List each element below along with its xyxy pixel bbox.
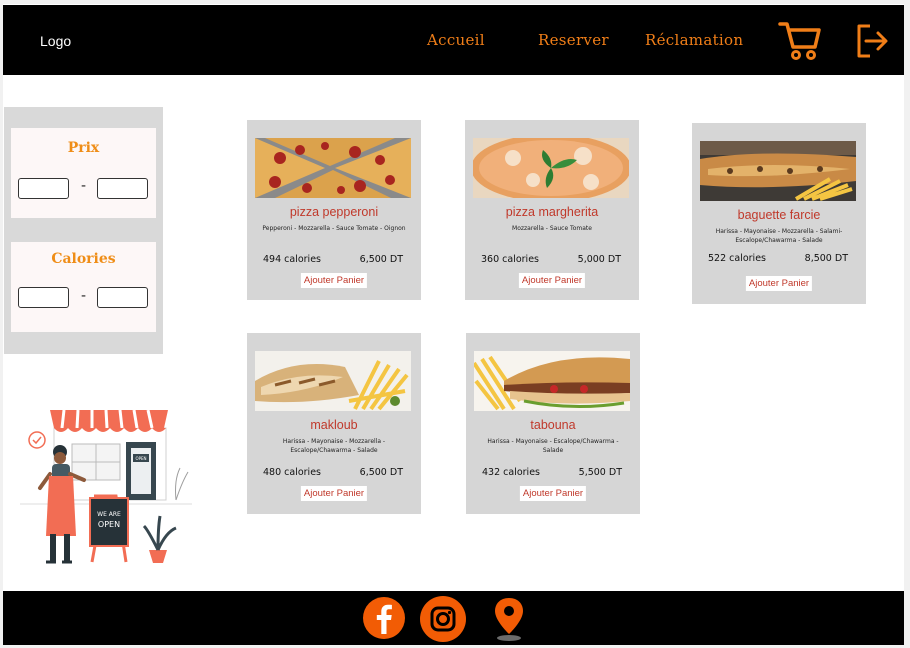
product-card: pizza margherita Mozzarella - Sauce Toma… bbox=[465, 120, 639, 300]
product-price: 6,500 DT bbox=[359, 254, 403, 265]
product-ingredients: Harissa - Mayonaise - Escalope/Chawarma … bbox=[487, 438, 619, 454]
nav-reclamation[interactable]: Réclamation bbox=[645, 31, 743, 49]
price-min-input[interactable] bbox=[18, 178, 69, 199]
add-to-cart-button[interactable]: Ajouter Panier bbox=[745, 276, 813, 291]
shop-owner-illustration: OPEN WE ARE OPEN bbox=[20, 409, 192, 564]
pizza-margherita-image bbox=[473, 138, 629, 198]
location-pin-icon[interactable] bbox=[492, 596, 526, 642]
logout-icon[interactable] bbox=[855, 23, 889, 59]
product-price: 5,500 DT bbox=[578, 467, 622, 478]
product-card: makloub Harissa - Mayonaise - Mozzarella… bbox=[247, 333, 421, 514]
logo[interactable]: Logo bbox=[40, 33, 71, 49]
add-to-cart-button[interactable]: Ajouter Panier bbox=[519, 486, 587, 501]
product-ingredients: Harissa - Mayonaise - Mozzarella - Salam… bbox=[715, 228, 843, 244]
product-ingredients: Harissa - Mayonaise - Mozzarella - Escal… bbox=[282, 438, 386, 454]
facebook-icon[interactable] bbox=[362, 596, 406, 640]
price-filter: Prix - bbox=[11, 128, 156, 218]
product-card: tabouna Harissa - Mayonaise - Escalope/C… bbox=[466, 333, 640, 514]
product-calories: 522 calories bbox=[708, 253, 766, 264]
product-name: tabouna bbox=[530, 418, 576, 432]
nav-accueil[interactable]: Accueil bbox=[427, 31, 485, 49]
product-name: pizza margherita bbox=[505, 205, 599, 219]
cart-icon[interactable] bbox=[778, 19, 822, 61]
makloub-image bbox=[255, 351, 411, 411]
svg-text:OPEN: OPEN bbox=[98, 520, 120, 529]
calories-filter: Calories - bbox=[11, 242, 156, 332]
product-calories: 432 calories bbox=[482, 467, 540, 478]
calories-min-input[interactable] bbox=[18, 287, 69, 308]
pizza-pepperoni-image bbox=[255, 138, 411, 198]
baguette-farcie-image bbox=[700, 141, 856, 201]
product-ingredients: Pepperoni - Mozzarella - Sauce Tomate - … bbox=[262, 225, 406, 232]
product-card: pizza pepperoni Pepperoni - Mozzarella -… bbox=[247, 120, 421, 300]
product-calories: 494 calories bbox=[263, 254, 321, 265]
price-max-input[interactable] bbox=[97, 178, 148, 199]
svg-text:OPEN: OPEN bbox=[135, 456, 146, 461]
product-price: 5,000 DT bbox=[577, 254, 621, 265]
footer-bar bbox=[3, 591, 904, 645]
product-price: 8,500 DT bbox=[804, 253, 848, 264]
product-calories: 360 calories bbox=[481, 254, 539, 265]
add-to-cart-button[interactable]: Ajouter Panier bbox=[518, 273, 586, 288]
product-name: pizza pepperoni bbox=[289, 205, 379, 219]
product-name: makloub bbox=[310, 418, 358, 432]
product-calories: 480 calories bbox=[263, 467, 321, 478]
top-navbar: Logo Accueil Reserver Réclamation bbox=[3, 5, 904, 75]
instagram-icon[interactable] bbox=[419, 595, 467, 643]
calories-filter-title: Calories bbox=[51, 251, 116, 267]
tabouna-image bbox=[474, 351, 630, 411]
filter-sidebar: Prix - Calories - bbox=[4, 107, 163, 354]
calories-range-separator: - bbox=[81, 288, 87, 304]
product-name: baguette farcie bbox=[737, 208, 821, 222]
price-filter-title: Prix bbox=[67, 140, 100, 156]
calories-max-input[interactable] bbox=[97, 287, 148, 308]
price-range-separator: - bbox=[81, 178, 87, 194]
product-ingredients: Mozzarella - Sauce Tomate bbox=[512, 225, 592, 232]
add-to-cart-button[interactable]: Ajouter Panier bbox=[300, 273, 368, 288]
product-card: baguette farcie Harissa - Mayonaise - Mo… bbox=[692, 123, 866, 304]
nav-reserver[interactable]: Reserver bbox=[538, 31, 609, 49]
add-to-cart-button[interactable]: Ajouter Panier bbox=[300, 486, 368, 501]
product-price: 6,500 DT bbox=[359, 467, 403, 478]
svg-text:WE ARE: WE ARE bbox=[97, 511, 121, 518]
